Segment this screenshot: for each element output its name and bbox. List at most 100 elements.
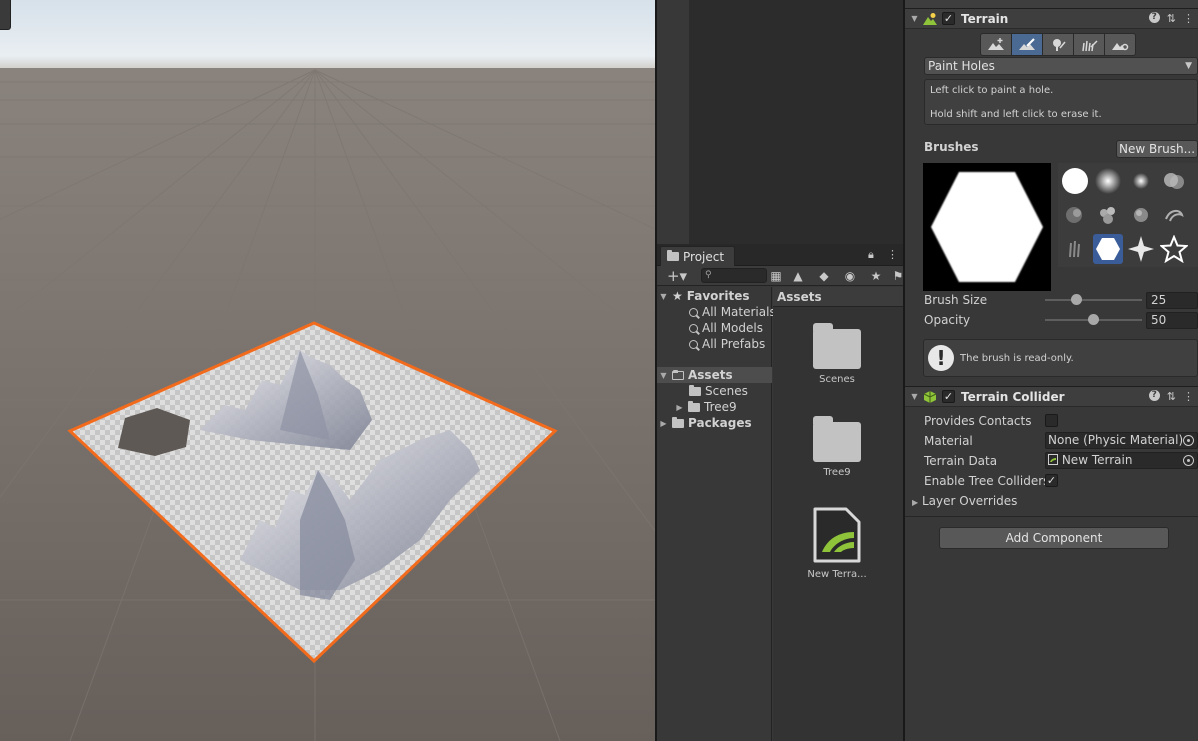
terrain-settings-icon [1112,42,1129,50]
collapse-triangle-icon[interactable]: ▶ [675,403,684,412]
collapse-triangle-icon[interactable]: ▶ [659,419,668,428]
brush-cloud[interactable] [1159,166,1189,196]
brush-size-label: Brush Size [924,293,988,307]
create-neighbor-icon [988,37,1004,50]
brush-noise-2[interactable] [1093,200,1123,230]
brush-grass[interactable] [1060,234,1090,264]
asset-folder-scenes[interactable]: Scenes [792,321,882,385]
terrain-data-field[interactable]: New Terrain [1045,452,1198,469]
inspector-panel: ▼ ✓ Terrain ? ⇅ ⋮ Paint Holes ▼ Left cli… [905,0,1198,741]
expand-triangle-icon[interactable]: ▼ [659,371,668,380]
lock-icon[interactable]: 🔒︎ [868,248,874,262]
brush-swirl[interactable] [1159,200,1189,230]
brush-cloud-icon [1164,173,1184,189]
create-button[interactable]: +▾ [663,267,691,285]
brush-small-soft[interactable] [1126,166,1156,196]
collider-enabled-checkbox[interactable]: ✓ [942,390,955,403]
inspector-top-strip [905,0,1198,8]
more-icon[interactable]: ⋮ [1183,12,1194,25]
foldout-triangle-icon[interactable]: ▼ [910,392,919,401]
help-icon[interactable]: ? [1148,390,1160,401]
terrain-component-icon [923,12,937,25]
add-component-button[interactable]: Add Component [939,527,1169,549]
layer-overrides-foldout[interactable]: ▶ Layer Overrides [912,494,1017,508]
terrain-settings-tool-button[interactable] [1104,33,1136,56]
project-panel: Project 🔒︎ ⋮ +▾ ⚲ ▦ ▲ ◆ ◉ ★ ⚑ ▼ ★ Favori… [657,244,903,741]
terrain-enabled-checkbox[interactable]: ✓ [942,12,955,25]
tree-favorites[interactable]: ▼ ★ Favorites [659,288,749,304]
asset-terrain-data[interactable]: New Terra... [792,506,882,580]
brush-soft-circle[interactable] [1093,166,1123,196]
star-icon: ★ [672,289,683,303]
tree-favorite-item[interactable]: All Prefabs [689,336,765,352]
paint-terrain-tool-button[interactable] [1011,33,1043,56]
terrain-collider-header[interactable]: ▼ ✓ Terrain Collider ? ⇅ ⋮ [905,386,1198,407]
project-tab[interactable]: Project [660,246,735,266]
paint-trees-tool-button[interactable] [1042,33,1074,56]
object-picker-icon[interactable] [1183,435,1194,446]
terrain-component-header[interactable]: ▼ ✓ Terrain ? ⇅ ⋮ [905,8,1198,29]
brush-noise-1-icon [1066,207,1082,223]
collapse-triangle-icon[interactable]: ▶ [912,498,918,507]
folder-icon [688,400,700,412]
paint-trees-icon [1053,38,1066,51]
brush-star-outline[interactable] [1159,234,1189,264]
filter-label-icon[interactable]: ◆ [816,267,832,285]
brush-noise-3[interactable] [1126,200,1156,230]
tree-favorite-item[interactable]: All Models [689,320,763,336]
opacity-slider-knob[interactable] [1088,314,1099,325]
paint-tool-dropdown[interactable]: Paint Holes ▼ [924,57,1198,75]
collider-component-icon [923,390,937,403]
brush-grass-icon [1069,240,1080,258]
brush-noise-1[interactable] [1060,200,1090,230]
log-types-icon[interactable]: ◉ [842,267,858,285]
enable-tree-colliders-checkbox[interactable]: ✓ [1045,474,1058,487]
presets-icon[interactable]: ⇅ [1167,390,1176,403]
brush-size-slider-knob[interactable] [1070,294,1082,305]
material-field[interactable]: None (Physic Material) [1045,432,1198,449]
object-picker-icon[interactable] [1183,455,1194,466]
scene-view[interactable] [0,0,655,741]
search-scope-icon[interactable]: ▦ [768,267,784,285]
folder-icon [667,250,679,261]
provides-contacts-checkbox[interactable] [1045,414,1058,427]
project-toolbar: +▾ ⚲ ▦ ▲ ◆ ◉ ★ ⚑ [657,266,903,286]
help-icon[interactable]: ? [1148,12,1160,23]
search-icon: ⚲ [705,270,712,280]
opacity-label: Opacity [924,313,971,327]
presets-icon[interactable]: ⇅ [1167,12,1176,25]
folder-icon [813,416,861,462]
create-neighbor-tool-button[interactable] [980,33,1012,56]
scene-viewport[interactable] [0,0,655,741]
brush-star-soft[interactable] [1126,234,1156,264]
asset-folder-tree9[interactable]: Tree9 [792,414,882,478]
brush-hexagon-icon [1096,238,1120,260]
hierarchy-panel [657,0,903,244]
scene-toolbar-corner[interactable] [0,0,11,30]
foldout-triangle-icon[interactable]: ▼ [910,14,919,23]
component-divider [905,516,1198,517]
brush-hexagon-selected[interactable] [1093,234,1123,264]
tree-folder-scenes[interactable]: Scenes [689,383,748,399]
opacity-field[interactable]: 50 [1146,312,1198,329]
tree-folder-tree9[interactable]: ▶ Tree9 [675,399,736,415]
brush-hard-circle[interactable] [1060,166,1090,196]
brush-size-slider-track[interactable] [1045,299,1142,301]
favorite-star-icon[interactable]: ★ [868,267,884,285]
folder-icon [689,384,701,396]
tree-assets[interactable]: ▼ Assets [657,367,772,383]
brush-star-soft-icon [1128,236,1154,262]
brush-noise-2-icon [1100,207,1115,224]
folder-icon [672,416,684,428]
more-icon[interactable]: ⋮ [1183,390,1194,403]
paint-details-icon [1082,39,1098,51]
brush-size-field[interactable]: 25 [1146,292,1198,309]
tree-packages[interactable]: ▶ Packages [659,415,751,431]
tree-favorite-item[interactable]: All Materials [689,304,776,320]
paint-details-tool-button[interactable] [1073,33,1105,56]
expand-triangle-icon[interactable]: ▼ [659,292,668,301]
search-input[interactable]: ⚲ [701,268,767,283]
new-brush-button[interactable]: New Brush... [1116,140,1198,158]
kebab-menu-icon[interactable]: ⋮ [887,248,898,261]
filter-type-icon[interactable]: ▲ [790,267,806,285]
